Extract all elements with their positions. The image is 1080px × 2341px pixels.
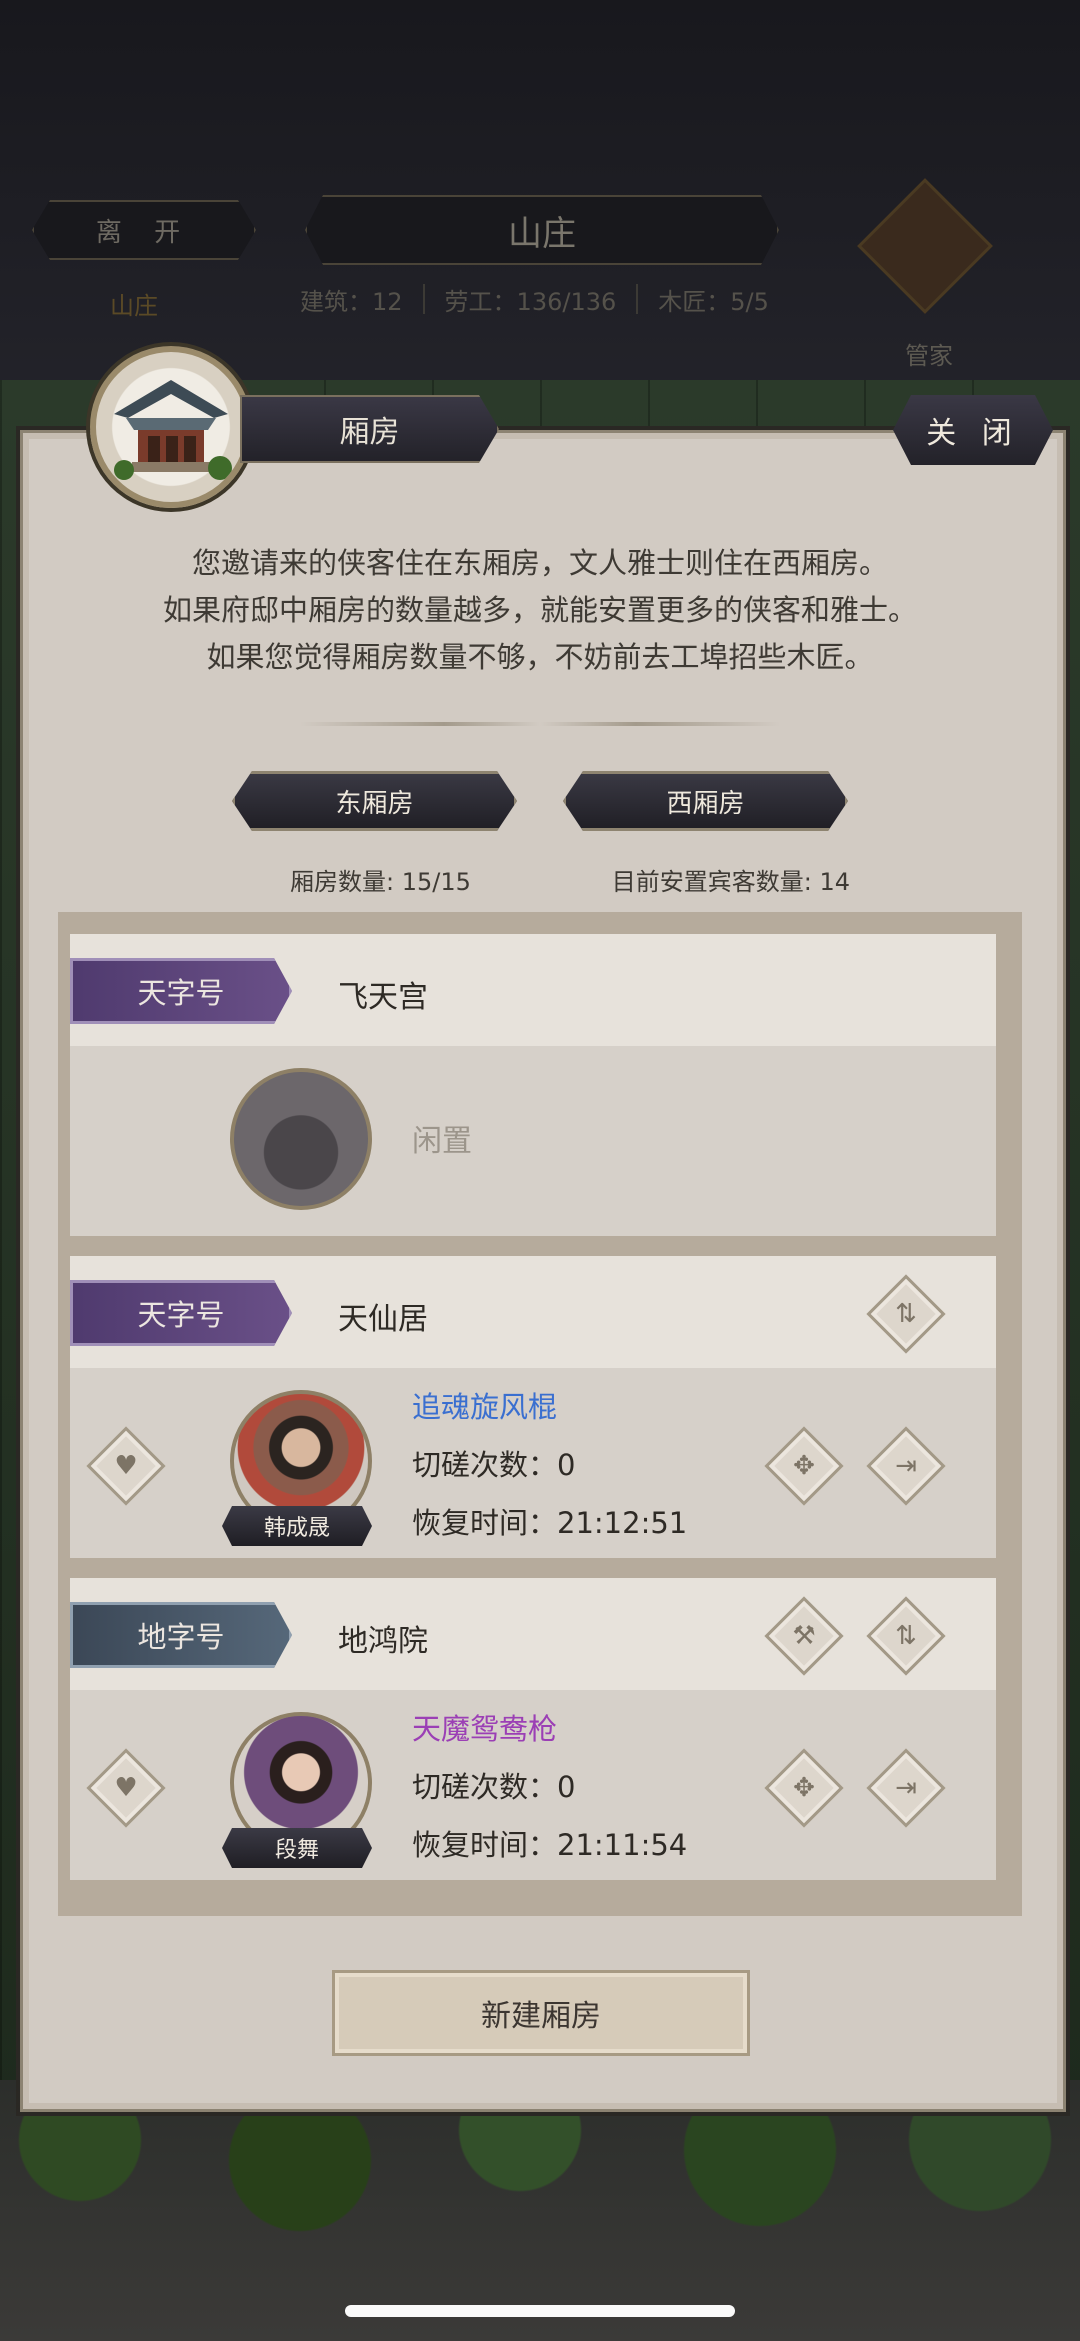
estate-stats: 建筑：12 劳工：136/136 木匠：5/5 xyxy=(300,282,820,316)
recover-time: 恢复时间：21:11:54 xyxy=(412,1828,688,1862)
room-header: 天字号 飞天宫 xyxy=(70,934,996,1046)
heart-icon[interactable]: ♥ xyxy=(86,1748,166,1828)
martial-skill: 追魂旋风棍 xyxy=(412,1390,558,1424)
intro-line: 如果您觉得厢房数量不够，不妨前去工埠招些木匠。 xyxy=(206,640,874,674)
guest-name: 段舞 xyxy=(222,1828,372,1868)
divider xyxy=(422,284,425,314)
home-indicator[interactable] xyxy=(345,2305,735,2317)
guest-count: 目前安置宾客数量: 14 xyxy=(611,868,850,896)
room-header: 天字号 天仙居 ⇅ xyxy=(70,1256,996,1368)
intro-text: 您邀请来的侠客住在东厢房，文人雅士则住在西厢房。 如果府邸中厢房的数量越多，就能… xyxy=(60,540,1020,681)
close-button[interactable]: 关 闭 xyxy=(893,395,1053,465)
room-name: 天仙居 xyxy=(338,1302,428,1337)
heart-icon[interactable]: ♥ xyxy=(86,1426,166,1506)
upgrade-hammer-icon[interactable]: ⚒ xyxy=(764,1596,844,1676)
guest-name: 韩成晟 xyxy=(222,1506,372,1546)
room-name: 地鸿院 xyxy=(338,1624,428,1659)
train-icon[interactable]: ✥ xyxy=(764,1748,844,1828)
estate-label: 山庄 xyxy=(110,292,158,320)
room-card: 天字号 天仙居 ⇅ ♥ 韩成晟 追魂旋风棍 切磋次数：0 恢复时间：21:12:… xyxy=(70,1256,996,1558)
evict-icon[interactable]: ⇥ xyxy=(866,1748,946,1828)
east-wing-tab[interactable]: 东厢房 xyxy=(232,771,517,831)
train-icon[interactable]: ✥ xyxy=(764,1426,844,1506)
room-grade-tag: 地字号 xyxy=(70,1602,292,1668)
spar-count: 切磋次数：0 xyxy=(412,1448,576,1482)
new-room-button[interactable]: 新建厢房 xyxy=(332,1970,750,2056)
ornament-divider xyxy=(300,722,780,726)
stat-buildings: 建筑：12 xyxy=(300,287,403,316)
background-garden xyxy=(0,2080,1080,2341)
west-wing-tab[interactable]: 西厢房 xyxy=(563,771,848,831)
room-card: 地字号 地鸿院 ⚒ ⇅ ♥ 段舞 天魔鸳鸯枪 切磋次数：0 恢复时间：21:11… xyxy=(70,1578,996,1880)
spar-count: 切磋次数：0 xyxy=(412,1770,576,1804)
leave-button[interactable]: 离 开 xyxy=(32,200,256,260)
stat-carpenters: 木匠：5/5 xyxy=(658,287,769,316)
idle-label: 闲置 xyxy=(412,1124,472,1159)
manager-label: 管家 xyxy=(905,342,953,370)
divider xyxy=(636,284,639,314)
room-count: 厢房数量: 15/15 xyxy=(290,868,471,896)
room-card: 天字号 飞天宫 闲置 xyxy=(70,934,996,1236)
capacity-info: 厢房数量: 15/15 目前安置宾客数量: 14 xyxy=(290,862,850,897)
room-header: 地字号 地鸿院 ⚒ ⇅ xyxy=(70,1578,996,1690)
room-name: 飞天宫 xyxy=(338,980,428,1015)
pavilion-icon xyxy=(90,346,252,508)
page-title: 山庄 xyxy=(305,195,779,265)
intro-line: 如果府邸中厢房的数量越多，就能安置更多的侠客和雅士。 xyxy=(162,593,917,627)
dialog-title-tab: 厢房 xyxy=(240,395,499,463)
martial-skill: 天魔鸳鸯枪 xyxy=(412,1712,558,1746)
room-grade-tag: 天字号 xyxy=(70,1280,292,1346)
stat-laborers: 劳工：136/136 xyxy=(444,287,617,316)
swap-icon[interactable]: ⇅ xyxy=(866,1274,946,1354)
room-grade-tag: 天字号 xyxy=(70,958,292,1024)
swap-icon[interactable]: ⇅ xyxy=(866,1596,946,1676)
empty-guest-slot[interactable] xyxy=(230,1068,372,1210)
intro-line: 您邀请来的侠客住在东厢房，文人雅士则住在西厢房。 xyxy=(191,546,888,580)
evict-icon[interactable]: ⇥ xyxy=(866,1426,946,1506)
recover-time: 恢复时间：21:12:51 xyxy=(412,1506,688,1540)
